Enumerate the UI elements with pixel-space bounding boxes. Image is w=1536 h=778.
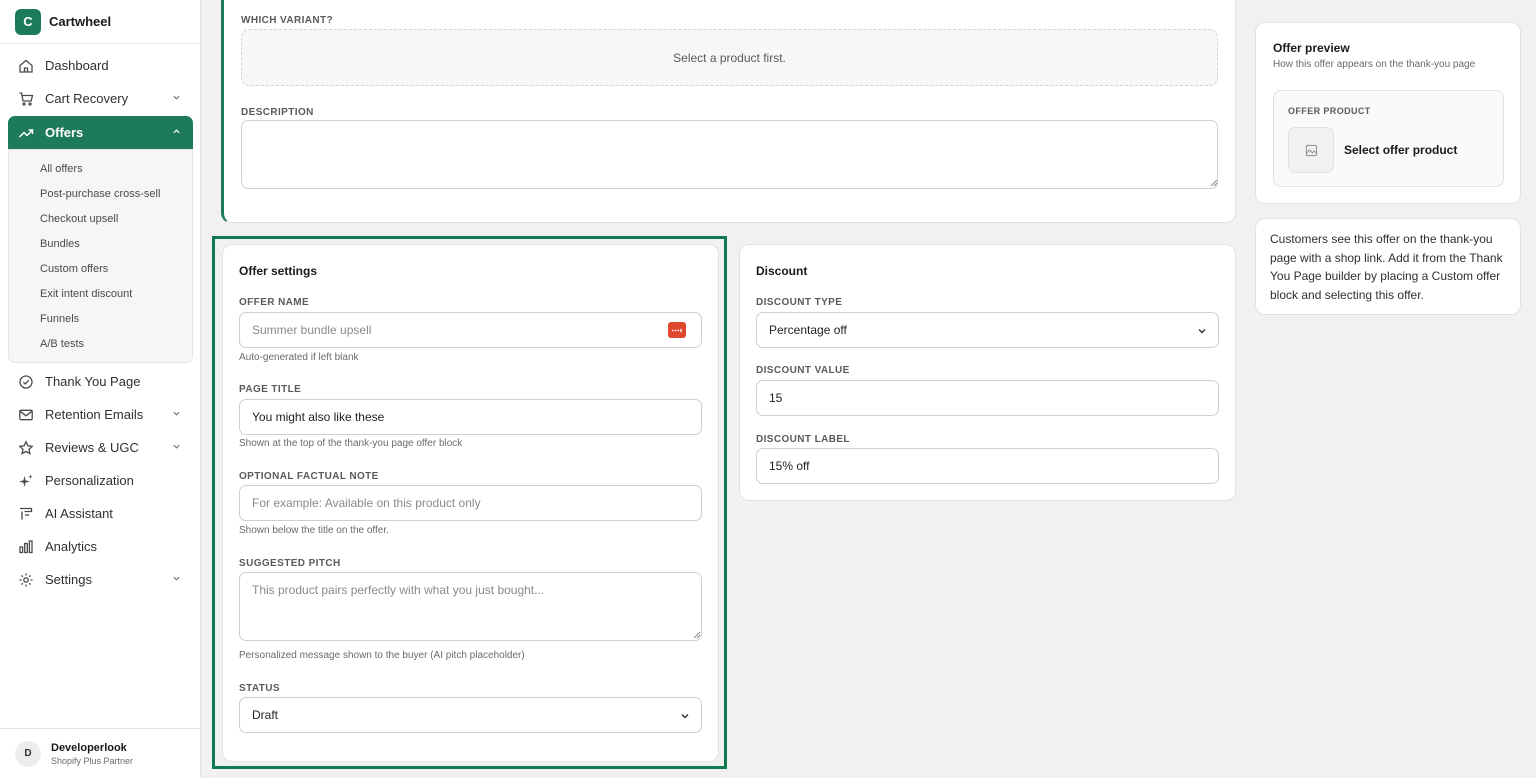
discount-label-input[interactable]: 15% off [756,448,1219,484]
page-title-input[interactable]: You might also like these [239,399,702,435]
chevron-down-icon [173,95,180,100]
chevron-up-icon [173,129,180,134]
variant-empty-state: Select a product first. [241,29,1218,86]
sidebar-item-personalization[interactable]: Personalization [8,464,193,497]
brand[interactable]: C Cartwheel [0,0,200,44]
sidebar-item-label: Dashboard [45,58,109,73]
factual-note-label: OPTIONAL FACTUAL NOTE [239,471,379,482]
product-card: WHICH VARIANT? Select a product first. D… [221,0,1236,223]
mail-icon [18,407,34,423]
page-title-help: Shown at the top of the thank-you page o… [239,438,463,449]
sidebar-item-label: Settings [45,572,92,587]
user-role: Shopify Plus Partner [51,755,134,766]
sidebar-item-label: Analytics [45,539,98,554]
sidebar-item-label: Reviews & UGC [45,440,139,455]
bar-chart-icon [18,539,34,555]
trending-up-icon [18,125,34,141]
sidebar-item-thank-you-page[interactable]: Thank You Page [8,365,193,398]
sidebar-item-cart-recovery[interactable]: Cart Recovery [8,82,193,115]
offer-name-label: OFFER NAME [239,297,310,308]
pitch-help: Personalized message shown to the buyer … [239,650,525,661]
info-text: Customers see this offer on the thank-yo… [1270,232,1503,302]
sidebar-item-label: Thank You Page [45,374,141,389]
offer-settings-card: Offer settings OFFER NAME Summer bundle … [222,244,719,762]
discount-type-label: DISCOUNT TYPE [756,297,843,308]
variant-label: WHICH VARIANT? [241,15,334,26]
submenu-item-custom-offers[interactable]: Custom offers [9,256,192,281]
submenu-item-funnels[interactable]: Funnels [9,306,192,331]
description-label: DESCRIPTION [241,107,314,118]
sidebar-item-label: Cart Recovery [45,91,129,106]
sidebar-item-dashboard[interactable]: Dashboard [8,49,193,82]
preview-subtitle: How this offer appears on the thank-you … [1273,59,1476,70]
offer-name-help: Auto-generated if left blank [239,352,359,363]
factual-note-help: Shown below the title on the offer. [239,525,389,536]
submenu-item-checkout-upsell[interactable]: Checkout upsell [9,206,192,231]
sidebar-item-settings[interactable]: Settings [8,563,193,596]
sidebar-item-retention-emails[interactable]: Retention Emails [8,398,193,431]
preview-product-label: OFFER PRODUCT [1288,106,1371,116]
pitch-textarea[interactable]: This product pairs perfectly with what y… [239,572,702,641]
status-label: STATUS [239,683,280,694]
status-select-value: Draft [252,708,279,722]
cart-icon [18,91,34,107]
chevron-down-icon [173,444,180,449]
chevron-down-icon [173,576,180,581]
submenu-item-ab-tests[interactable]: A/B tests [9,331,192,356]
check-circle-icon [18,374,34,390]
offer-name-input[interactable]: Summer bundle upsell [239,312,702,348]
offers-submenu: All offers Post-purchase cross-sell Chec… [8,149,193,363]
sidebar-nav: Dashboard Cart Recovery Offers All offer… [0,44,200,596]
sparkle-icon [18,473,34,489]
page-title-label: PAGE TITLE [239,384,302,395]
preview-title: Offer preview [1273,41,1350,55]
sidebar-item-offers[interactable]: Offers [8,116,193,149]
submenu-item-post-purchase[interactable]: Post-purchase cross-sell [9,181,192,206]
discount-value-input[interactable]: 15 [756,380,1219,416]
sidebar: C Cartwheel Dashboard Cart Recovery Offe… [0,0,201,778]
factual-note-input[interactable]: For example: Available on this product o… [239,485,702,521]
sidebar-item-label: Personalization [45,473,134,488]
sidebar-item-label: AI Assistant [45,506,113,521]
image-placeholder-icon [1288,127,1334,173]
offer-settings-title: Offer settings [239,264,318,278]
sidebar-item-label: Offers [45,125,84,140]
discount-value-label: DISCOUNT VALUE [756,365,850,376]
discount-type-select[interactable]: Percentage off [756,312,1219,348]
resize-grip-icon[interactable] [1210,179,1218,187]
brand-name: Cartwheel [49,14,112,29]
submenu-item-all-offers[interactable]: All offers [9,156,192,181]
preview-product-box: OFFER PRODUCT Select offer product [1273,90,1504,187]
preview-product-name: Select offer product [1344,143,1458,157]
status-select[interactable]: Draft [239,697,702,733]
discount-label-label: DISCOUNT LABEL [756,434,850,445]
ai-wand-icon [18,506,34,522]
variant-empty-text: Select a product first. [673,50,786,65]
sidebar-item-ai-assistant[interactable]: AI Assistant [8,497,193,530]
resize-grip-icon[interactable] [693,631,701,639]
discount-title: Discount [756,264,808,278]
user-name: Developerlook [51,741,127,754]
user-account[interactable]: D Developerlook Shopify Plus Partner [0,728,200,778]
chevron-down-icon [681,714,689,719]
password-manager-icon[interactable] [668,322,686,338]
submenu-item-bundles[interactable]: Bundles [9,231,192,256]
info-card: Customers see this offer on the thank-yo… [1255,218,1521,315]
discount-type-value: Percentage off [769,323,847,337]
chevron-down-icon [173,411,180,416]
pitch-label: SUGGESTED PITCH [239,558,341,569]
sidebar-item-analytics[interactable]: Analytics [8,530,193,563]
submenu-item-exit-intent[interactable]: Exit intent discount [9,281,192,306]
offer-preview-card: Offer preview How this offer appears on … [1255,22,1521,204]
discount-card: Discount DISCOUNT TYPE Percentage off DI… [739,244,1236,501]
sidebar-item-reviews[interactable]: Reviews & UGC [8,431,193,464]
avatar: D [15,740,41,767]
description-textarea[interactable] [241,120,1218,189]
chevron-down-icon [1198,329,1206,334]
sidebar-item-label: Retention Emails [45,407,144,422]
star-icon [18,439,34,456]
gear-icon [18,572,34,588]
home-icon [18,58,34,74]
brand-logo: C [15,8,41,35]
